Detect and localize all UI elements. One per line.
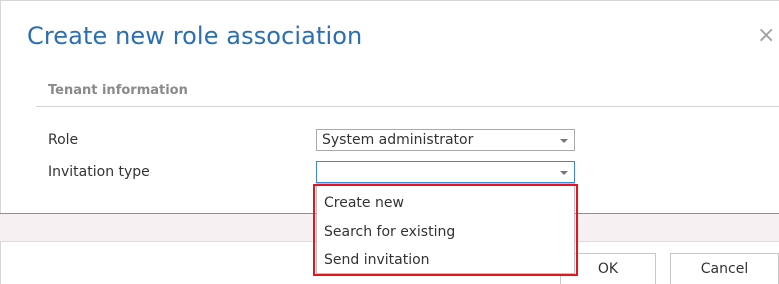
option-send-invitation[interactable]: Send invitation (324, 252, 430, 268)
create-role-association-dialog: Create new role association × Tenant inf… (0, 0, 779, 284)
role-select-value: System administrator (322, 132, 474, 148)
invitation-type-label: Invitation type (48, 164, 150, 180)
option-create-new[interactable]: Create new (324, 195, 404, 211)
invitation-type-dropdown-list: Create new Search for existing Send invi… (316, 183, 575, 274)
section-title-tenant-information: Tenant information (48, 83, 188, 98)
close-icon[interactable]: × (757, 24, 779, 48)
option-search-for-existing[interactable]: Search for existing (324, 224, 455, 240)
section-divider (36, 106, 779, 107)
cancel-button[interactable]: Cancel (670, 253, 779, 284)
chevron-down-icon (560, 171, 568, 175)
role-select[interactable]: System administrator (316, 129, 575, 151)
role-label: Role (48, 132, 79, 148)
dialog-top-border (0, 0, 779, 1)
dialog-title: Create new role association (27, 22, 363, 50)
invitation-type-select[interactable] (316, 161, 575, 183)
chevron-down-icon (560, 139, 568, 143)
